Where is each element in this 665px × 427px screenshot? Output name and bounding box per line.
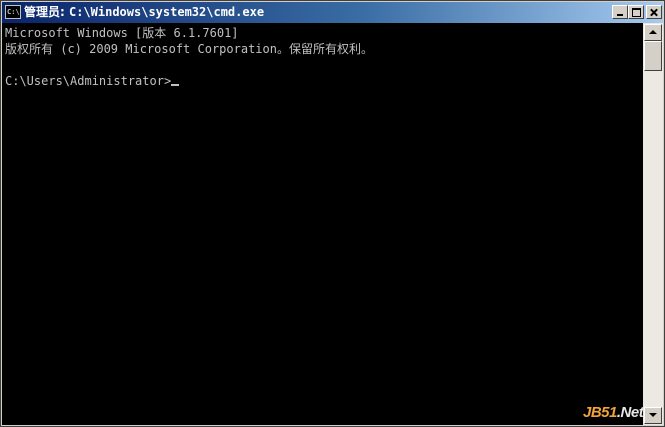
cmd-app-icon[interactable]: C:\ <box>5 5 21 19</box>
scroll-up-button[interactable] <box>644 24 662 41</box>
console-line-copyright: 版权所有 (c) 2009 Microsoft Corporation。保留所有… <box>5 42 373 56</box>
site-watermark: JB51.Net <box>583 404 644 422</box>
command-prompt: C:\Users\Administrator> <box>5 74 172 88</box>
scroll-thumb[interactable] <box>644 41 662 71</box>
console-output[interactable]: Microsoft Windows [版本 6.1.7601] 版权所有 (c)… <box>2 23 643 425</box>
maximize-button[interactable] <box>628 5 644 19</box>
scroll-down-button[interactable] <box>644 407 662 424</box>
console-line-version: Microsoft Windows [版本 6.1.7601] <box>5 26 239 40</box>
title-bar[interactable]: C:\ 管理员: C:\Windows\system32\cmd.exe <box>2 2 663 23</box>
title-path: C:\Windows\system32\cmd.exe <box>68 5 265 19</box>
title-prefix: 管理员: <box>24 5 69 19</box>
close-button[interactable] <box>646 5 662 19</box>
minimize-button[interactable] <box>612 5 628 19</box>
window-title: 管理员: C:\Windows\system32\cmd.exe <box>24 2 264 23</box>
cmd-window: C:\ 管理员: C:\Windows\system32\cmd.exe Mic… <box>0 0 665 427</box>
console-prompt-line[interactable]: C:\Users\Administrator> <box>5 73 643 89</box>
watermark-part1: JB51 <box>583 404 617 421</box>
watermark-part2: .Net <box>616 404 644 421</box>
vertical-scrollbar[interactable] <box>643 23 663 425</box>
text-cursor <box>171 84 180 86</box>
